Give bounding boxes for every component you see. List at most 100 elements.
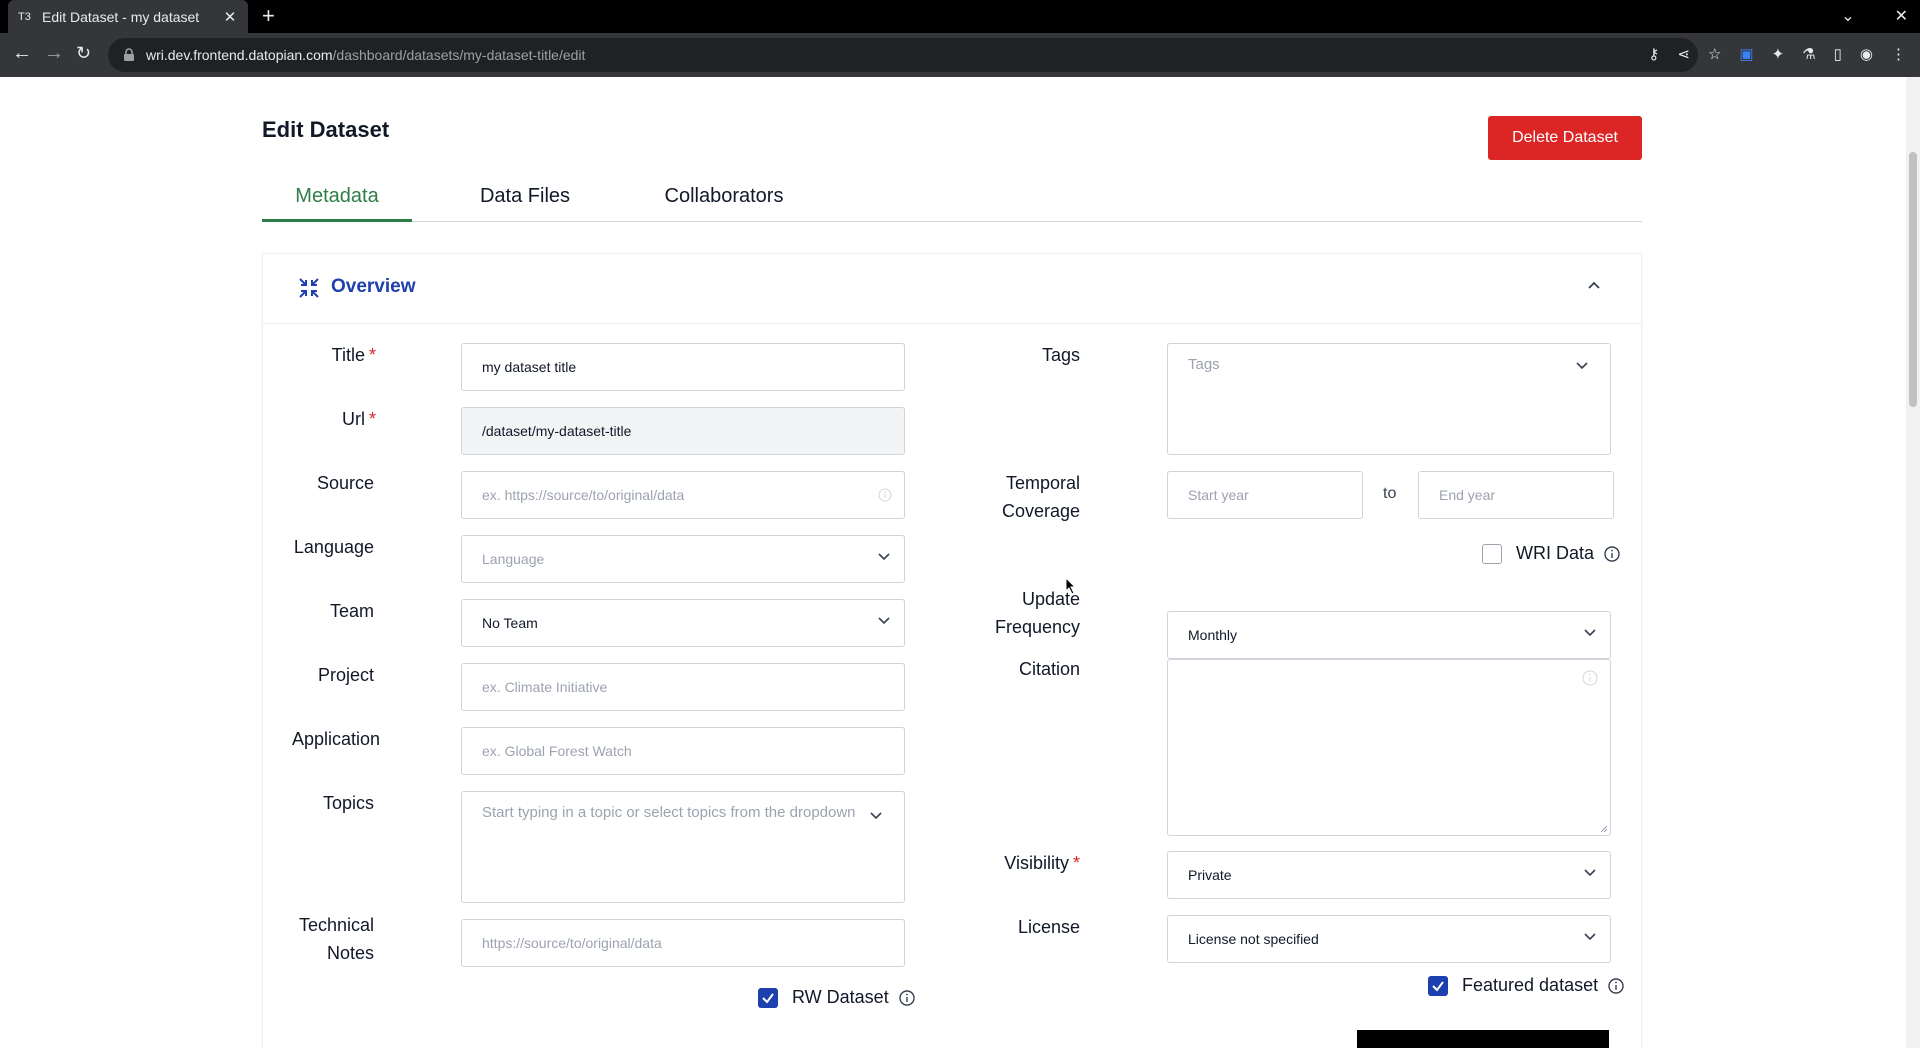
page-content: Edit Dataset Delete Dataset Metadata Dat… (0, 77, 1906, 1048)
check-icon (762, 992, 774, 1004)
title-input[interactable]: my dataset title (461, 343, 905, 391)
url-host: wri.dev.frontend.datopian.com (146, 47, 333, 63)
close-tab-icon[interactable]: ✕ (222, 8, 238, 26)
citation-textarea[interactable] (1167, 659, 1611, 836)
wri-data-checkbox-row[interactable]: WRI Data (1482, 543, 1620, 564)
extension-badge-icon[interactable]: ▣ (1739, 45, 1753, 63)
wri-data-label: WRI Data (1516, 543, 1595, 563)
topics-label: Topics (322, 793, 374, 813)
temporal-label-line1: Temporal (1005, 473, 1080, 493)
info-icon[interactable] (1608, 977, 1624, 994)
tab-title: Edit Dataset - my dataset (42, 8, 200, 25)
topics-placeholder: Start typing in a topic or select topics… (482, 804, 856, 821)
tags-input[interactable]: Tags (1167, 343, 1611, 455)
url-label-text: Url (341, 409, 365, 429)
overview-header[interactable]: Overview (263, 254, 1641, 324)
application-input[interactable]: ex. Global Forest Watch (461, 727, 905, 775)
topics-input[interactable]: Start typing in a topic or select topics… (461, 791, 905, 903)
end-year-input[interactable]: End year (1418, 471, 1614, 519)
info-icon[interactable] (1604, 545, 1620, 562)
rw-dataset-checkbox[interactable] (758, 987, 778, 1008)
reload-icon[interactable]: ↻ (76, 43, 91, 63)
visibility-select[interactable]: Private (1167, 851, 1611, 899)
puzzle-icon[interactable]: ✦ (1772, 45, 1785, 63)
wri-data-checkbox[interactable] (1482, 543, 1502, 564)
technical-notes-label: Technical Notes (280, 911, 374, 967)
end-year-placeholder: End year (1439, 487, 1496, 503)
share-icon[interactable]: ⋖ (1677, 45, 1690, 63)
title-label: Title * (300, 341, 376, 369)
browser-toolbar: ← → ↻ wri.dev.frontend.datopian.com/dash… (0, 33, 1920, 77)
window-close-icon[interactable]: ✕ (1895, 6, 1908, 26)
featured-dataset-checkbox-row[interactable]: Featured dataset (1428, 975, 1624, 996)
source-placeholder: ex. https://source/to/original/data (482, 487, 685, 503)
team-select[interactable]: No Team (461, 599, 905, 647)
tab-data-files[interactable]: Data Files (470, 185, 580, 222)
tags-placeholder: Tags (1188, 356, 1220, 373)
page-scrollbar[interactable] (1906, 77, 1920, 1048)
url-path: /dashboard/datasets/my-dataset-title/edi… (332, 47, 586, 63)
profile-avatar-icon[interactable]: ◉ (1860, 45, 1873, 63)
license-label: License (1017, 917, 1080, 937)
delete-dataset-button[interactable]: Delete Dataset (1488, 116, 1642, 160)
forward-icon[interactable]: → (44, 43, 64, 63)
favicon-icon: T3 (18, 10, 31, 23)
address-bar[interactable]: wri.dev.frontend.datopian.com/dashboard/… (108, 38, 1698, 72)
visibility-label: Visibility * (980, 849, 1080, 877)
key-icon[interactable]: ⚷ (1648, 45, 1659, 63)
technical-notes-input[interactable]: https://source/to/original/data (461, 919, 905, 967)
featured-dataset-checkbox[interactable] (1428, 975, 1448, 996)
license-select[interactable]: License not specified (1167, 915, 1611, 963)
lock-icon (124, 48, 134, 61)
start-year-input[interactable]: Start year (1167, 471, 1363, 519)
visibility-value: Private (1188, 867, 1232, 883)
update-frequency-label: Update Frequency (960, 585, 1080, 641)
update-frequency-select[interactable]: Monthly (1167, 611, 1611, 659)
license-value: License not specified (1188, 931, 1319, 947)
technical-label-line1: Technical (298, 915, 374, 935)
technical-placeholder: https://source/to/original/data (482, 935, 662, 951)
chevron-down-icon (878, 553, 890, 561)
source-input[interactable]: ex. https://source/to/original/data (461, 471, 905, 519)
overview-title: Overview (331, 276, 416, 297)
info-icon[interactable] (899, 989, 915, 1006)
application-label: Application (291, 729, 380, 749)
rw-dataset-label: RW Dataset (792, 987, 889, 1007)
chevron-down-icon (1576, 362, 1588, 370)
citation-label: Citation (1018, 659, 1080, 679)
temporal-label-line2: Coverage (1001, 501, 1080, 521)
chevron-up-icon[interactable] (1587, 280, 1601, 290)
info-icon (878, 488, 892, 502)
start-year-placeholder: Start year (1188, 487, 1249, 503)
page-title: Edit Dataset (262, 117, 390, 142)
star-icon[interactable]: ☆ (1708, 45, 1721, 63)
scrollbar-thumb[interactable] (1909, 152, 1917, 407)
browser-tabbar: T3 Edit Dataset - my dataset ✕ + ⌄ ✕ (0, 0, 1920, 33)
chevron-down-icon (1584, 869, 1596, 877)
technical-label-line2: Notes (326, 943, 374, 963)
new-tab-icon[interactable]: + (262, 4, 275, 28)
resize-handle-icon[interactable] (1600, 825, 1608, 833)
rw-dataset-checkbox-row[interactable]: RW Dataset (758, 987, 915, 1008)
menu-kebab-icon[interactable]: ⋮ (1891, 45, 1906, 63)
source-label: Source (316, 473, 374, 493)
temporal-coverage-label: Temporal Coverage (960, 469, 1080, 525)
url-value: /dataset/my-dataset-title (482, 423, 632, 439)
mouse-cursor-icon (1065, 577, 1077, 595)
partial-element (1357, 1030, 1609, 1048)
back-icon[interactable]: ← (12, 43, 32, 63)
required-marker: * (368, 409, 376, 429)
tab-search-icon[interactable]: ⌄ (1841, 6, 1854, 26)
project-label: Project (317, 665, 374, 685)
chevron-down-icon (1584, 629, 1596, 637)
sidepanel-icon[interactable]: ▯ (1834, 45, 1842, 63)
browser-tab[interactable]: T3 Edit Dataset - my dataset ✕ (8, 0, 248, 33)
to-text: to (1383, 485, 1397, 502)
language-placeholder: Language (482, 551, 545, 567)
tab-metadata[interactable]: Metadata (262, 185, 412, 222)
project-input[interactable]: ex. Climate Initiative (461, 663, 905, 711)
tab-collaborators[interactable]: Collaborators (660, 185, 788, 222)
title-value: my dataset title (482, 359, 577, 375)
language-select[interactable]: Language (461, 535, 905, 583)
flask-icon[interactable]: ⚗ (1802, 45, 1815, 63)
